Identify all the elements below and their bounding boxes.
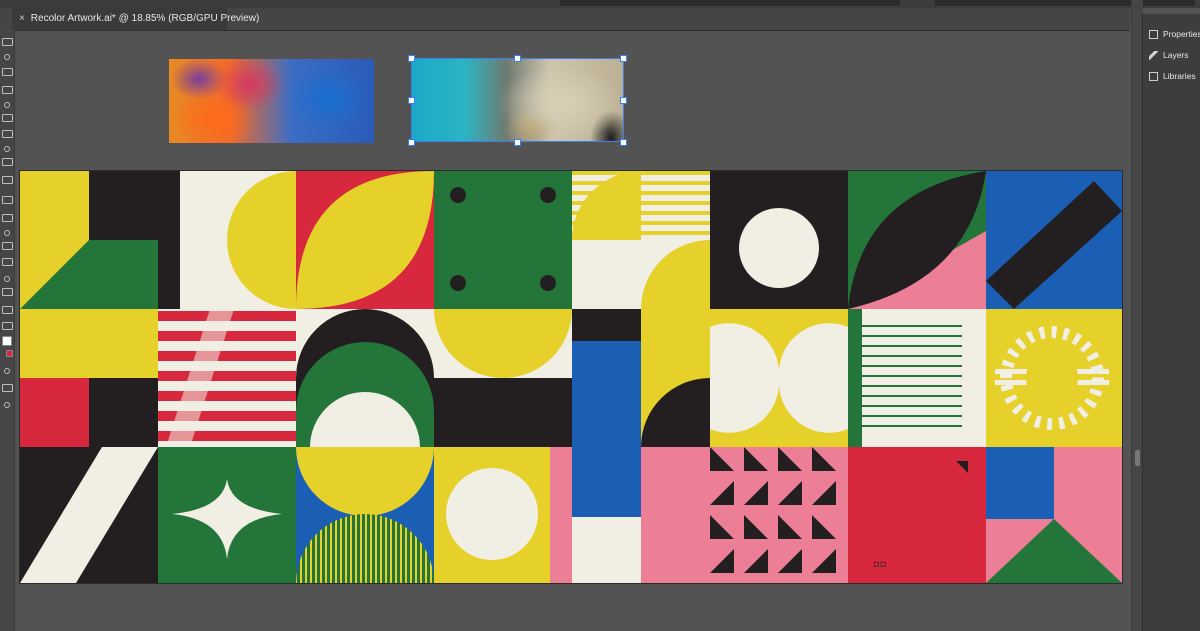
artboard[interactable]: ▫▫ <box>20 171 1122 583</box>
tile-r3c6 <box>710 447 848 583</box>
layers-panel-button[interactable]: Layers <box>1149 47 1200 63</box>
paintbrush-tool-icon[interactable] <box>2 158 13 166</box>
panels-dock: Properties Layers Libraries <box>1142 14 1200 631</box>
line-tool-icon[interactable] <box>2 130 13 138</box>
properties-panel-button[interactable]: Properties <box>1149 26 1200 42</box>
tile-r2c1 <box>20 309 158 447</box>
document-tab[interactable]: × Recolor Artwork.ai* @ 18.85% (RGB/GPU … <box>12 8 259 30</box>
libraries-label: Libraries <box>1163 71 1196 81</box>
selection-handle[interactable] <box>408 55 415 62</box>
free-transform-tool-icon[interactable] <box>2 258 13 266</box>
tile-r1c1 <box>20 171 158 309</box>
selection-handle[interactable] <box>408 97 415 104</box>
tile-r2c6 <box>710 309 848 447</box>
document-tab-title: Recolor Artwork.ai* @ 18.85% (RGB/GPU Pr… <box>30 13 260 24</box>
shape-builder-tool-icon[interactable] <box>4 276 10 282</box>
gradient-tool-icon[interactable] <box>2 288 13 296</box>
tile-r1c3 <box>296 171 434 309</box>
tile-r3c7: ▫▫ <box>848 447 986 583</box>
layers-icon <box>1149 51 1158 61</box>
tile-r1c6 <box>710 171 848 309</box>
tile-r3c4 <box>434 447 572 583</box>
stroke-swatch-icon[interactable] <box>6 350 13 357</box>
rotate-tool-icon[interactable] <box>2 214 13 222</box>
tile-r2c8 <box>986 309 1122 447</box>
small-mark: ▫▫ <box>873 559 887 570</box>
tools-panel <box>0 30 15 631</box>
tile-r3c3 <box>296 447 434 583</box>
curvature-tool-icon[interactable] <box>4 102 10 108</box>
selection-tool-icon[interactable] <box>2 38 13 46</box>
application-bar-controls <box>560 0 900 6</box>
zoom-tool-icon[interactable] <box>2 322 13 330</box>
screen-mode-icon[interactable] <box>2 384 13 392</box>
type-tool-icon[interactable] <box>2 114 13 122</box>
scale-tool-icon[interactable] <box>4 230 10 236</box>
tile-r2c2 <box>158 309 296 447</box>
tile-r3c5 <box>572 447 710 583</box>
selection-bounding-box <box>411 58 624 142</box>
properties-icon <box>1149 30 1158 40</box>
selection-handle[interactable] <box>514 55 521 62</box>
selection-handle[interactable] <box>408 139 415 146</box>
tile-r1c2 <box>158 171 296 309</box>
selection-handle[interactable] <box>620 139 627 146</box>
direct-selection-tool-icon[interactable] <box>4 54 10 60</box>
close-tab-icon[interactable]: × <box>16 8 28 30</box>
tile-r1c5 <box>572 171 710 309</box>
tile-r3c1 <box>20 447 158 583</box>
geometric-artwork: ▫▫ <box>20 171 1122 583</box>
draw-mode-icon[interactable] <box>4 368 10 374</box>
selection-handle[interactable] <box>514 139 521 146</box>
shaper-tool-icon[interactable] <box>2 176 13 184</box>
selection-handle[interactable] <box>620 55 627 62</box>
tile-r2c3 <box>296 309 434 447</box>
abstract-paint-image[interactable] <box>169 59 374 143</box>
tile-r1c8 <box>986 171 1122 309</box>
tile-r3c2 <box>158 447 296 583</box>
rectangle-tool-icon[interactable] <box>4 146 10 152</box>
eyedropper-tool-icon[interactable] <box>2 306 13 314</box>
tile-r1c4 <box>434 171 572 309</box>
fill-swatch-icon[interactable] <box>2 336 12 346</box>
properties-label: Properties <box>1163 29 1200 39</box>
application-bar <box>0 0 1200 8</box>
width-tool-icon[interactable] <box>2 242 13 250</box>
scrollbar-thumb[interactable] <box>1135 450 1140 466</box>
tile-r2c5 <box>572 309 710 447</box>
pen-tool-icon[interactable] <box>2 86 13 94</box>
selection-handle[interactable] <box>620 97 627 104</box>
tile-r3c8 <box>986 447 1122 583</box>
tile-r2c4 <box>434 309 572 447</box>
edit-toolbar-icon[interactable] <box>4 402 10 408</box>
application-bar-right <box>935 0 1195 6</box>
tile-r1c7 <box>848 171 986 309</box>
eraser-tool-icon[interactable] <box>2 196 13 204</box>
layers-label: Layers <box>1163 50 1189 60</box>
tile-r2c7 <box>848 309 986 447</box>
document-tab-bar: × Recolor Artwork.ai* @ 18.85% (RGB/GPU … <box>0 8 1130 31</box>
libraries-panel-button[interactable]: Libraries <box>1149 68 1200 84</box>
magic-wand-tool-icon[interactable] <box>2 68 13 76</box>
libraries-icon <box>1149 72 1158 82</box>
